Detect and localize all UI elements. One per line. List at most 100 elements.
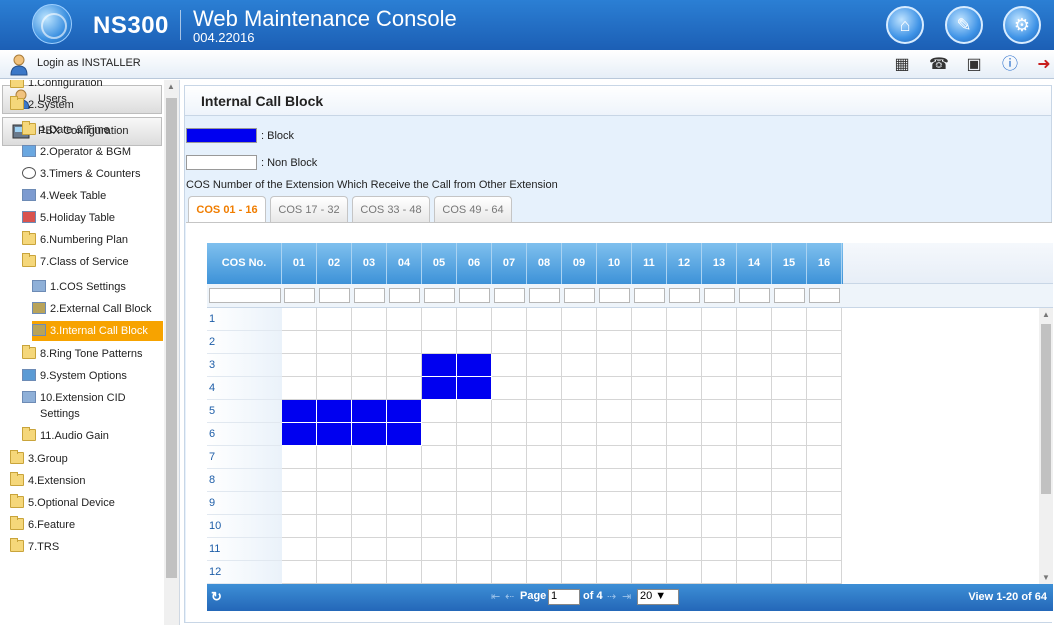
block-cell-12-02[interactable] (317, 561, 352, 584)
block-cell-3-08[interactable] (527, 354, 562, 377)
block-cell-5-02[interactable] (317, 400, 352, 423)
block-cell-3-03[interactable] (352, 354, 387, 377)
block-cell-6-10[interactable] (597, 423, 632, 446)
block-cell-6-16[interactable] (807, 423, 842, 446)
block-cell-6-15[interactable] (772, 423, 807, 446)
block-cell-9-07[interactable] (492, 492, 527, 515)
block-cell-10-12[interactable] (667, 515, 702, 538)
filter-input-16[interactable] (809, 288, 840, 303)
info-icon[interactable]: ⓘ (999, 54, 1021, 76)
block-cell-3-11[interactable] (632, 354, 667, 377)
phone-icon[interactable]: ☎ (928, 54, 950, 76)
block-cell-6-04[interactable] (387, 423, 422, 446)
block-cell-11-03[interactable] (352, 538, 387, 561)
grid-scrollbar[interactable]: ▲ ▼ (1039, 308, 1053, 584)
block-cell-10-16[interactable] (807, 515, 842, 538)
block-cell-2-02[interactable] (317, 331, 352, 354)
block-cell-11-14[interactable] (737, 538, 772, 561)
sidebar-item-5-optional-device[interactable]: 5.Optional Device (10, 493, 163, 513)
block-cell-9-09[interactable] (562, 492, 597, 515)
block-cell-11-13[interactable] (702, 538, 737, 561)
filter-input-05[interactable] (424, 288, 455, 303)
block-cell-8-06[interactable] (457, 469, 492, 492)
block-cell-5-13[interactable] (702, 400, 737, 423)
block-cell-12-13[interactable] (702, 561, 737, 584)
scroll-down-icon[interactable]: ▼ (1042, 573, 1050, 582)
filter-input-12[interactable] (669, 288, 700, 303)
block-cell-10-03[interactable] (352, 515, 387, 538)
sidebar-item-1-cos-settings[interactable]: 1.COS Settings (32, 277, 163, 297)
block-cell-8-14[interactable] (737, 469, 772, 492)
block-cell-7-13[interactable] (702, 446, 737, 469)
block-cell-12-14[interactable] (737, 561, 772, 584)
sidebar-item-7-trs[interactable]: 7.TRS (10, 537, 163, 557)
block-cell-2-04[interactable] (387, 331, 422, 354)
block-cell-7-11[interactable] (632, 446, 667, 469)
block-cell-2-05[interactable] (422, 331, 457, 354)
block-cell-10-14[interactable] (737, 515, 772, 538)
block-cell-10-15[interactable] (772, 515, 807, 538)
filter-input-02[interactable] (319, 288, 350, 303)
scroll-up-icon[interactable]: ▲ (1042, 310, 1050, 319)
block-cell-11-09[interactable] (562, 538, 597, 561)
sidebar-scroll-thumb[interactable] (166, 98, 177, 578)
prev-page-icon[interactable]: ⇠ (505, 590, 514, 603)
block-cell-5-09[interactable] (562, 400, 597, 423)
block-cell-11-08[interactable] (527, 538, 562, 561)
block-cell-2-01[interactable] (282, 331, 317, 354)
block-cell-5-03[interactable] (352, 400, 387, 423)
block-cell-12-03[interactable] (352, 561, 387, 584)
block-cell-3-12[interactable] (667, 354, 702, 377)
block-cell-10-08[interactable] (527, 515, 562, 538)
rows-per-page-select[interactable]: 20 ▼ (637, 589, 679, 605)
sidebar-item-6-numbering-plan[interactable]: 6.Numbering Plan (22, 230, 163, 250)
block-cell-6-09[interactable] (562, 423, 597, 446)
sidebar-item-1-configuration[interactable]: 1.Configuration (10, 80, 163, 93)
block-cell-1-06[interactable] (457, 308, 492, 331)
block-cell-7-07[interactable] (492, 446, 527, 469)
block-cell-7-05[interactable] (422, 446, 457, 469)
block-cell-4-02[interactable] (317, 377, 352, 400)
block-cell-3-06[interactable] (457, 354, 492, 377)
block-cell-4-06[interactable] (457, 377, 492, 400)
block-cell-2-14[interactable] (737, 331, 772, 354)
block-cell-1-09[interactable] (562, 308, 597, 331)
block-cell-5-10[interactable] (597, 400, 632, 423)
sidebar-scrollbar[interactable]: ▲ (164, 80, 179, 625)
block-cell-8-16[interactable] (807, 469, 842, 492)
sidebar-item-10-extension-cid[interactable]: 10.Extension CID Settings (22, 388, 163, 424)
filter-input-cos-no[interactable] (209, 288, 281, 303)
block-cell-5-16[interactable] (807, 400, 842, 423)
block-cell-8-02[interactable] (317, 469, 352, 492)
filter-input-10[interactable] (599, 288, 630, 303)
sidebar-item-11-audio-gain[interactable]: 11.Audio Gain (22, 426, 163, 446)
block-cell-7-09[interactable] (562, 446, 597, 469)
block-cell-1-02[interactable] (317, 308, 352, 331)
block-cell-8-11[interactable] (632, 469, 667, 492)
block-cell-10-06[interactable] (457, 515, 492, 538)
block-cell-4-10[interactable] (597, 377, 632, 400)
block-cell-5-12[interactable] (667, 400, 702, 423)
first-page-icon[interactable]: ⇤ (491, 590, 500, 603)
home-button[interactable]: ⌂ (886, 6, 924, 44)
block-cell-10-02[interactable] (317, 515, 352, 538)
block-cell-3-13[interactable] (702, 354, 737, 377)
block-cell-3-02[interactable] (317, 354, 352, 377)
page-number-input[interactable]: 1 (548, 589, 580, 605)
block-cell-2-10[interactable] (597, 331, 632, 354)
block-cell-12-07[interactable] (492, 561, 527, 584)
block-cell-11-12[interactable] (667, 538, 702, 561)
block-cell-7-01[interactable] (282, 446, 317, 469)
block-cell-8-12[interactable] (667, 469, 702, 492)
block-cell-12-12[interactable] (667, 561, 702, 584)
block-cell-3-05[interactable] (422, 354, 457, 377)
filter-input-13[interactable] (704, 288, 735, 303)
block-cell-5-15[interactable] (772, 400, 807, 423)
block-cell-9-10[interactable] (597, 492, 632, 515)
block-cell-7-14[interactable] (737, 446, 772, 469)
block-cell-1-03[interactable] (352, 308, 387, 331)
block-cell-7-03[interactable] (352, 446, 387, 469)
sidebar-item-2-operator-bgm[interactable]: 2.Operator & BGM (22, 142, 163, 162)
block-cell-8-09[interactable] (562, 469, 597, 492)
block-cell-1-12[interactable] (667, 308, 702, 331)
